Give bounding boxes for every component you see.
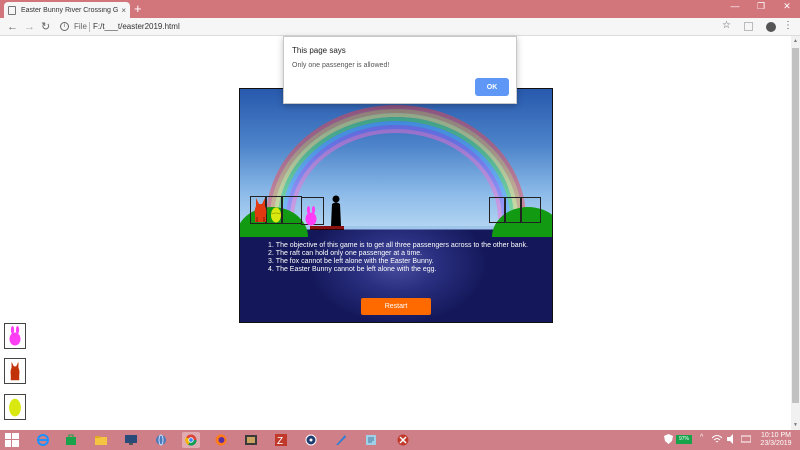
taskbar-pc[interactable] — [122, 432, 140, 448]
notes-icon — [366, 435, 376, 445]
egg-icon[interactable] — [270, 206, 282, 223]
network-icon[interactable] — [712, 434, 722, 444]
rule-item: The objective of this game is to get all… — [268, 242, 528, 250]
tray-overflow-icon[interactable]: ^ — [700, 434, 703, 441]
right-slot-1[interactable] — [489, 197, 505, 223]
monitor-icon — [125, 435, 137, 445]
rule-item: The raft can hold only one passenger at … — [268, 250, 528, 258]
info-icon[interactable]: i — [60, 22, 69, 31]
game-canvas: The objective of this game is to get all… — [239, 88, 553, 323]
left-slot-3[interactable] — [282, 196, 302, 224]
taskbar-media[interactable] — [242, 432, 260, 448]
back-button[interactable]: ← — [7, 19, 18, 35]
egg-icon — [9, 398, 21, 417]
tab-close-icon[interactable]: × — [121, 6, 126, 15]
keyboard-icon[interactable] — [741, 434, 751, 444]
taskbar-vpn[interactable] — [302, 432, 320, 448]
globe-icon — [156, 434, 166, 446]
dialog-title: This page says — [292, 46, 346, 55]
shield-icon[interactable] — [664, 434, 673, 444]
taskbar-network[interactable] — [152, 432, 170, 448]
volume-icon[interactable] — [727, 434, 737, 444]
taskbar-ie[interactable] — [34, 432, 52, 448]
side-bunny-tile[interactable] — [4, 323, 26, 349]
browser-tab[interactable]: Easter Bunny River Crossing Game × — [4, 2, 130, 18]
windows-start-icon[interactable] — [5, 433, 19, 447]
restart-button[interactable]: Restart — [361, 298, 431, 315]
scroll-thumb[interactable] — [792, 48, 799, 403]
clock-date: 23/3/2019 — [760, 440, 792, 447]
fox-icon — [10, 361, 20, 381]
folder-icon — [95, 436, 107, 445]
dialog-message: Only one passenger is allowed! — [292, 62, 390, 69]
fox-icon[interactable] — [253, 197, 268, 223]
svg-text:Z: Z — [277, 436, 283, 446]
tab-title: Easter Bunny River Crossing Game — [21, 6, 119, 14]
scroll-down-icon[interactable]: ▼ — [791, 422, 800, 428]
extension-icon[interactable] — [744, 22, 753, 31]
bunny-icon — [9, 326, 21, 346]
right-slot-3[interactable] — [521, 197, 541, 223]
address-bar[interactable]: F:/t___t/easter2019.html — [93, 21, 180, 33]
tab-strip: Easter Bunny River Crossing Game × + — ❐… — [0, 0, 800, 18]
minimize-button[interactable]: — — [722, 0, 748, 12]
taskbar-explorer[interactable] — [92, 432, 110, 448]
right-slot-2[interactable] — [505, 197, 521, 223]
battery-indicator[interactable]: 97% — [676, 435, 692, 444]
steering-icon — [305, 434, 317, 446]
browser-menu-icon[interactable]: ⋮ — [783, 20, 793, 31]
ie-icon — [37, 434, 49, 446]
clock[interactable]: 10:10 PM 23/3/2019 — [754, 432, 798, 448]
url-scheme: File — [74, 22, 87, 31]
taskbar-chrome[interactable] — [182, 432, 200, 448]
taskbar-store[interactable] — [62, 432, 80, 448]
url-separator — [89, 22, 90, 32]
rule-item: The fox cannot be left alone with the Ea… — [268, 258, 528, 266]
feather-icon — [336, 435, 346, 445]
taskbar-app[interactable] — [394, 432, 412, 448]
alert-dialog: This page says Only one passenger is all… — [283, 36, 517, 104]
clock-time: 10:10 PM — [761, 432, 791, 439]
app-icon — [397, 434, 409, 446]
forward-button[interactable]: → — [24, 19, 35, 35]
profile-avatar[interactable] — [766, 22, 776, 32]
bunny-icon[interactable] — [304, 206, 318, 226]
chrome-icon — [185, 434, 197, 446]
maximize-button[interactable]: ❐ — [748, 0, 774, 12]
filezilla-icon: Z — [275, 434, 287, 446]
media-icon — [245, 435, 257, 445]
close-window-button[interactable]: ✕ — [774, 0, 800, 12]
raft[interactable] — [310, 226, 344, 230]
rules-list: The objective of this game is to get all… — [268, 242, 528, 274]
taskbar-filezilla[interactable]: Z — [272, 432, 290, 448]
page-icon — [8, 5, 16, 15]
bookmark-star-icon[interactable]: ☆ — [722, 20, 731, 31]
taskbar-pen[interactable] — [332, 432, 350, 448]
taskbar-notes[interactable] — [362, 432, 380, 448]
reload-button[interactable]: ↻ — [41, 19, 50, 35]
ferryman-icon — [331, 195, 341, 226]
scroll-up-icon[interactable]: ▲ — [791, 38, 800, 44]
ok-button[interactable]: OK — [475, 78, 509, 96]
taskbar-firefox[interactable] — [212, 432, 230, 448]
new-tab-button[interactable]: + — [134, 1, 142, 17]
store-icon — [66, 434, 76, 445]
side-egg-tile[interactable] — [4, 394, 26, 420]
side-fox-tile[interactable] — [4, 358, 26, 384]
firefox-icon — [215, 434, 227, 446]
page-scrollbar[interactable]: ▲ ▼ — [791, 36, 800, 430]
rule-item: The Easter Bunny cannot be left alone wi… — [268, 266, 528, 274]
taskbar: Z 97% ^ 10:10 PM 23/3/2019 — [0, 430, 800, 450]
browser-toolbar: ← → ↻ i File F:/t___t/easter2019.html ☆ … — [0, 18, 800, 36]
